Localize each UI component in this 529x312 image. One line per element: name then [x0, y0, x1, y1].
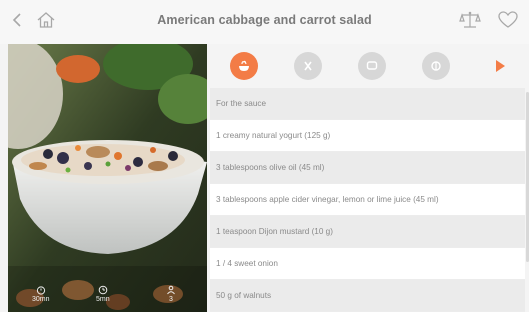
- prep-time-stat: 30mn: [32, 285, 50, 304]
- prep-time-value: 30mn: [32, 296, 50, 303]
- recipe-tabs: [214, 48, 529, 88]
- cook-time-stat: 5mn: [96, 285, 110, 304]
- servings-value: 3: [169, 296, 173, 303]
- heart-icon[interactable]: [494, 6, 522, 34]
- tab-ingredients[interactable]: [230, 52, 258, 80]
- section-header: For the sauce: [210, 88, 525, 120]
- list-item[interactable]: 1 / 4 sweet onion: [210, 248, 525, 280]
- page-title: American cabbage and carrot salad: [157, 13, 372, 27]
- timer-icon: [36, 286, 45, 295]
- top-bar: American cabbage and carrot salad: [0, 0, 529, 44]
- tab-utensils[interactable]: [294, 52, 322, 80]
- people-icon: [167, 285, 175, 295]
- clock-icon: [98, 285, 108, 295]
- utensils-icon: [304, 61, 312, 71]
- ingredient-list[interactable]: For the sauce 1 creamy natural yogurt (1…: [210, 88, 525, 312]
- list-item[interactable]: 3 tablespoons apple cider vinegar, lemon…: [210, 184, 525, 216]
- list-item[interactable]: 3 tablespoons olive oil (45 ml): [210, 152, 525, 184]
- tab-nutrition[interactable]: [422, 52, 450, 80]
- list-item[interactable]: 1 creamy natural yogurt (125 g): [210, 120, 525, 152]
- scale-icon[interactable]: [456, 6, 484, 34]
- servings-stat: 3: [166, 285, 176, 304]
- ingredients-icon: [239, 60, 249, 71]
- list-item[interactable]: 50 g of walnuts: [210, 280, 525, 312]
- recipe-photo: 30mn 5mn 3: [8, 44, 207, 312]
- chevron-left-icon[interactable]: [4, 6, 32, 34]
- nutrition-icon: [431, 61, 441, 71]
- list-item[interactable]: 1 teaspoon Dijon mustard (10 g): [210, 216, 525, 248]
- home-icon[interactable]: [32, 6, 60, 34]
- cook-time-value: 5mn: [96, 296, 110, 303]
- tab-video[interactable]: [486, 52, 514, 80]
- comment-icon: [366, 61, 378, 70]
- play-icon: [496, 60, 505, 72]
- tab-comments[interactable]: [358, 52, 386, 80]
- recipe-screen: American cabbage and carrot salad 30mn 5…: [0, 0, 529, 312]
